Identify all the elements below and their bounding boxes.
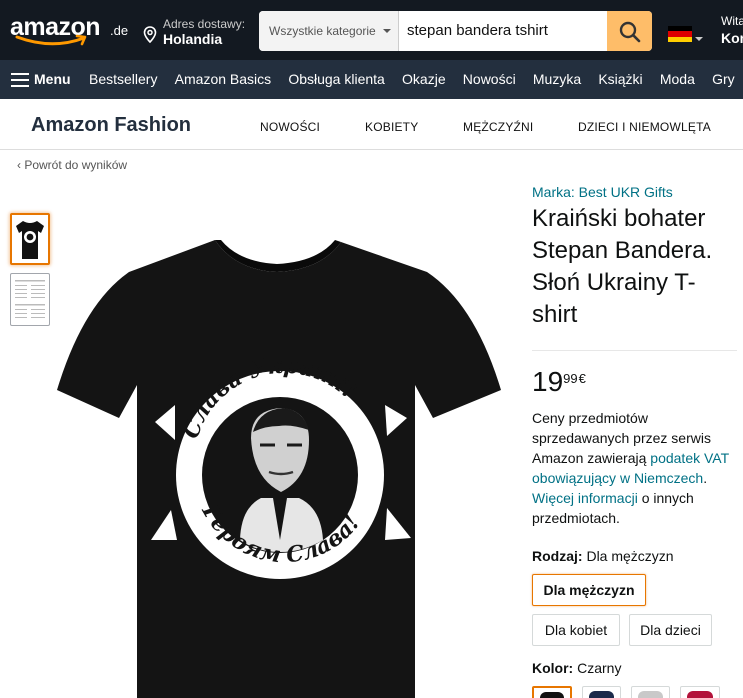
top-header: amazon .de Adres dostawy: Holandia Wszys… (0, 0, 743, 60)
search-button[interactable] (607, 11, 652, 51)
color-swatch-navy[interactable] (582, 686, 621, 698)
color-swatch-black[interactable] (532, 686, 572, 698)
delivery-country: Holandia (163, 31, 223, 47)
price: 1999€ (532, 366, 586, 398)
search-category-label: Wszystkie kategorie (269, 24, 376, 38)
hamburger-icon (11, 73, 29, 91)
product-main-image[interactable]: Слава Україні! Героям Слава! (55, 240, 503, 698)
thumbnail-tshirt[interactable] (10, 213, 50, 265)
location-pin-icon (143, 26, 157, 43)
nav-link-bestsellers[interactable]: Bestsellery (89, 71, 157, 87)
more-info-link[interactable]: Więcej informacji (532, 490, 638, 506)
nav-links: Bestsellery Amazon Basics Obsługa klient… (89, 71, 743, 87)
product-title: Kraiński bohater Stepan Bandera. Słoń Uk… (532, 205, 713, 328)
color-swatch-red[interactable] (680, 686, 720, 698)
search-icon (619, 21, 641, 43)
account-menu[interactable]: Witaj Kon (721, 14, 743, 46)
fashion-link-men[interactable]: MĘŻCZYŹNI (463, 120, 533, 134)
nav-link-amazon-basics[interactable]: Amazon Basics (175, 71, 271, 87)
delivery-label: Adres dostawy: (163, 17, 246, 31)
fashion-link-kids[interactable]: DZIECI I NIEMOWLĘTA (578, 120, 711, 134)
price-fraction: 99 (563, 371, 578, 386)
option-women[interactable]: Dla kobiet (532, 614, 620, 646)
smile-arrow-icon (15, 34, 87, 46)
type-selector-label: Rodzaj: Dla mężczyzn (532, 548, 674, 564)
vat-text-2: . (703, 470, 708, 486)
delivery-location[interactable]: Adres dostawy: Holandia (143, 14, 253, 48)
fashion-link-new[interactable]: NOWOŚCI (260, 120, 320, 134)
fashion-title[interactable]: Amazon Fashion (31, 114, 191, 137)
type-value: Dla mężczyzn (586, 548, 674, 564)
color-value: Czarny (577, 660, 622, 676)
tshirt-thumbnail-image (16, 221, 44, 259)
option-men[interactable]: Dla mężczyzn (532, 574, 646, 606)
search-bar: Wszystkie kategorie stepan bandera tshir… (259, 11, 652, 51)
nav-link-books[interactable]: Książki (598, 71, 642, 87)
search-input[interactable]: stepan bandera tshirt (407, 22, 548, 39)
search-category-select[interactable]: Wszystkie kategorie (259, 11, 399, 51)
nav-link-new[interactable]: Nowości (463, 71, 516, 87)
price-whole: 19 (532, 366, 564, 397)
amazon-logo[interactable]: amazon .de (10, 10, 135, 50)
divider (532, 350, 737, 351)
main-nav: Menu Bestsellery Amazon Basics Obsługa k… (0, 60, 743, 99)
language-flag-icon[interactable] (668, 26, 692, 42)
logo-tld: .de (110, 23, 129, 38)
fashion-subnav: Amazon Fashion NOWOŚCI KOBIETY MĘŻCZYŹNI… (0, 99, 743, 150)
caret-down-icon (383, 29, 391, 33)
nav-link-fashion[interactable]: Moda (660, 71, 695, 87)
type-label: Rodzaj: (532, 548, 583, 564)
caret-down-icon (695, 37, 703, 41)
fashion-link-women[interactable]: KOBIETY (365, 120, 418, 134)
account-label: Kon (721, 30, 743, 46)
color-selector-label: Kolor: Czarny (532, 660, 621, 676)
nav-link-music[interactable]: Muzyka (533, 71, 581, 87)
color-swatch-gray[interactable] (631, 686, 670, 698)
brand-link[interactable]: Marka: Best UKR Gifts (532, 184, 673, 200)
vat-notice: Ceny przedmiotów sprzedawanych przez ser… (532, 408, 742, 528)
nav-link-customer-service[interactable]: Obsługa klienta (288, 71, 385, 87)
price-currency: € (578, 371, 586, 386)
color-label: Kolor: (532, 660, 574, 676)
nav-link-deals[interactable]: Okazje (402, 71, 446, 87)
back-to-results-link[interactable]: ‹ Powrót do wyników (17, 158, 127, 172)
size-chart-thumbnail-image (15, 280, 45, 318)
thumbnail-size-chart[interactable] (10, 273, 50, 326)
menu-label: Menu (34, 71, 71, 87)
option-kids[interactable]: Dla dzieci (629, 614, 712, 646)
account-greeting: Witaj (721, 14, 743, 28)
nav-link-games[interactable]: Gry (712, 71, 735, 87)
